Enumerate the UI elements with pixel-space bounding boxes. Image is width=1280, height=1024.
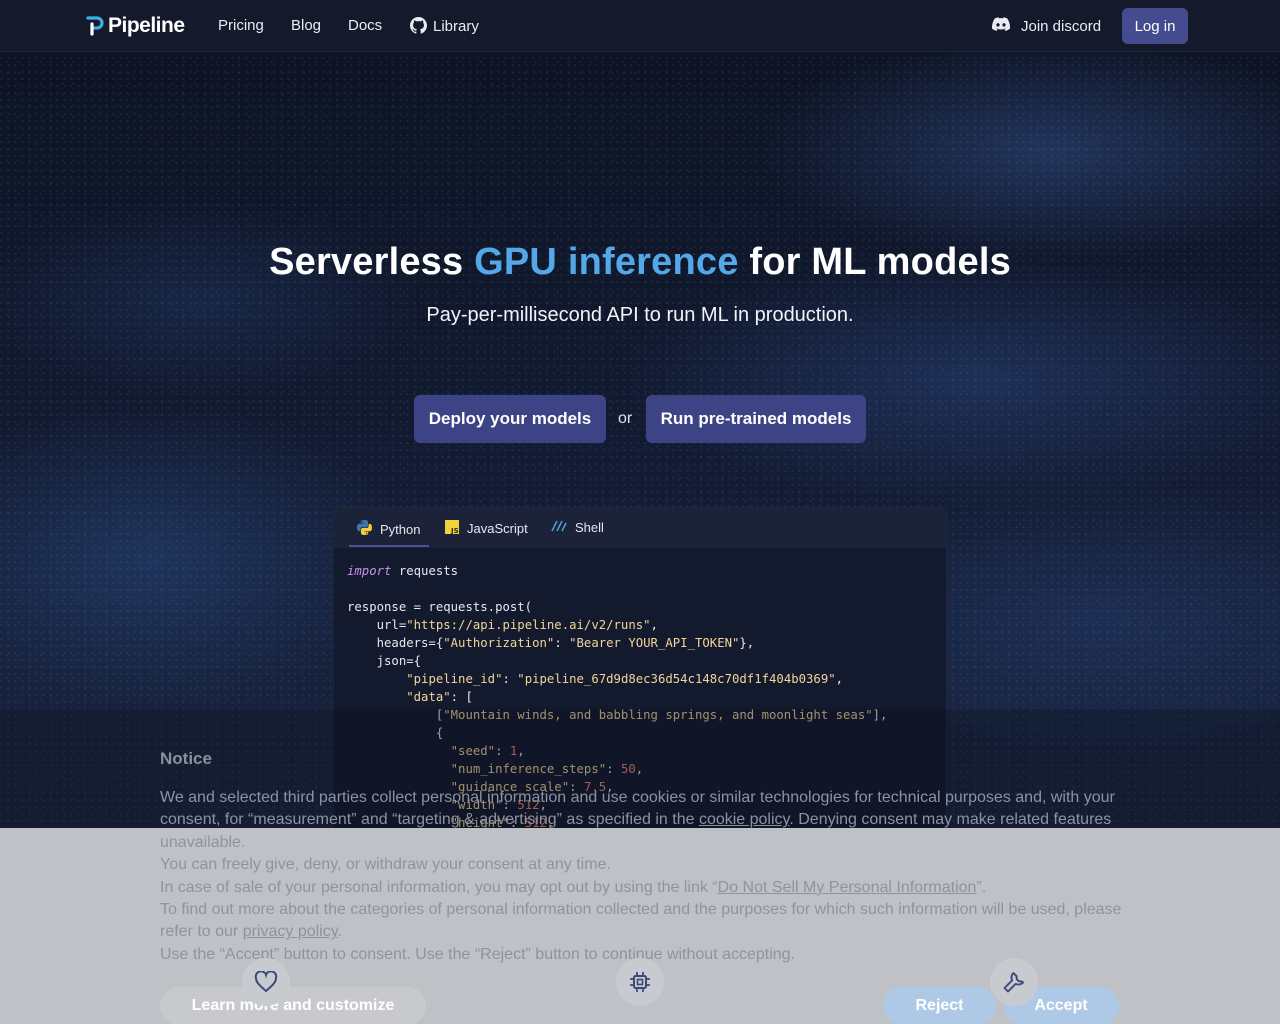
cookie-notice-title: Notice <box>160 749 212 768</box>
reject-button[interactable]: Reject <box>883 987 996 1024</box>
login-button[interactable]: Log in <box>1122 8 1188 44</box>
top-navbar: Pipeline Pricing Blog Docs Library Join … <box>0 0 1280 52</box>
code-tabs: Python JS JavaScript Shell <box>334 508 946 548</box>
code-line: response = requests.post( <box>347 600 533 614</box>
python-icon <box>357 520 372 538</box>
cookie-paragraph: We and selected third parties collect pe… <box>160 787 1125 854</box>
tab-python[interactable]: Python <box>357 520 420 538</box>
do-not-sell-link[interactable]: Do Not Sell My Personal Information <box>718 879 977 896</box>
hero-headline: Serverless GPU inference for ML models <box>0 241 1280 284</box>
headline-post: for ML models <box>738 241 1011 283</box>
brand-name: Pipeline <box>108 14 185 37</box>
cookie-text: ”. <box>976 878 987 896</box>
logo-icon <box>85 15 105 37</box>
headline-pre: Serverless <box>269 241 475 283</box>
discord-icon <box>992 17 1021 35</box>
code-line: import requests <box>347 564 459 578</box>
cookie-policy-link[interactable]: cookie policy <box>699 811 789 828</box>
tab-javascript-label: JavaScript <box>467 521 528 536</box>
active-tab-indicator <box>349 545 429 547</box>
nav-link-library[interactable]: Library <box>410 17 479 38</box>
code-line: json={ <box>347 654 422 668</box>
brand-logo[interactable]: Pipeline <box>85 14 185 38</box>
headline-accent: GPU inference <box>474 241 739 283</box>
github-icon <box>410 17 427 38</box>
chip-icon[interactable] <box>616 958 664 1006</box>
cookie-paragraph: In case of sale of your personal informa… <box>160 877 1125 899</box>
shell-icon <box>551 520 567 535</box>
run-pretrained-button[interactable]: Run pre-trained models <box>646 395 866 443</box>
learn-more-button[interactable]: Learn more and customize <box>160 987 426 1024</box>
cookie-notice-body: We and selected third parties collect pe… <box>160 787 1125 966</box>
code-line: headers={"Authorization": "Bearer YOUR_A… <box>347 636 755 650</box>
tab-python-label: Python <box>380 521 421 537</box>
deploy-models-button[interactable]: Deploy your models <box>414 395 606 443</box>
code-line: url="https://api.pipeline.ai/v2/runs", <box>347 618 658 632</box>
cookie-text: . <box>337 923 342 941</box>
nav-link-pricing[interactable]: Pricing <box>218 17 264 34</box>
tab-shell[interactable]: Shell <box>551 520 604 535</box>
heart-icon[interactable] <box>242 958 290 1006</box>
javascript-icon: JS <box>445 520 459 537</box>
join-discord-link[interactable]: Join discord <box>992 17 1101 35</box>
tab-javascript[interactable]: JS JavaScript <box>445 520 528 537</box>
code-line: "data": [ <box>406 690 473 704</box>
privacy-policy-link[interactable]: privacy policy <box>243 923 338 940</box>
nav-link-blog[interactable]: Blog <box>291 17 321 34</box>
cookie-text: In case of sale of your personal informa… <box>160 878 718 896</box>
cookie-paragraph: You can freely give, deny, or withdraw y… <box>160 856 611 874</box>
nav-link-library-label: Library <box>433 18 479 35</box>
or-separator: or <box>618 410 633 427</box>
join-discord-label: Join discord <box>1021 17 1102 35</box>
svg-text:JS: JS <box>450 527 459 534</box>
wrench-icon[interactable] <box>990 958 1038 1006</box>
cookie-paragraph: To find out more about the categories of… <box>160 899 1125 944</box>
code-line: "pipeline_id": "pipeline_67d9d8ec36d54c1… <box>406 672 844 686</box>
nav-link-docs[interactable]: Docs <box>348 17 382 34</box>
hero-subline: Pay-per-millisecond API to run ML in pro… <box>426 304 854 326</box>
tab-shell-label: Shell <box>575 520 604 535</box>
